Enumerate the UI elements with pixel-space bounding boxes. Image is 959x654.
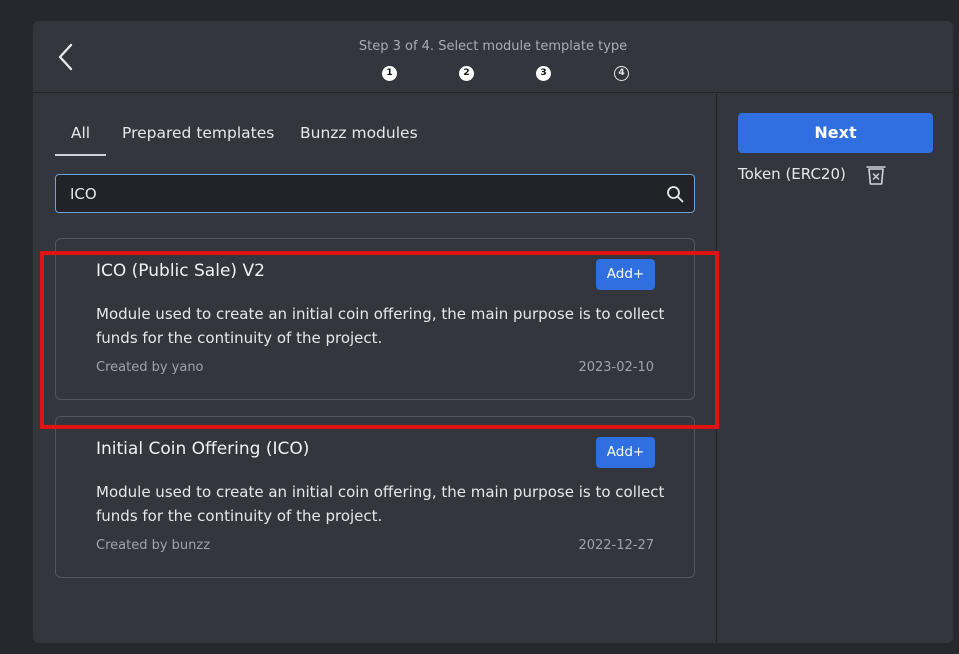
card-date: 2023-02-10 xyxy=(578,360,654,375)
tab-prepared-templates[interactable]: Prepared templates xyxy=(122,124,274,156)
card-date: 2022-12-27 xyxy=(578,538,654,553)
card-title: Initial Coin Offering (ICO) xyxy=(96,439,310,459)
search-box xyxy=(55,174,695,213)
card-author: Created by yano xyxy=(96,360,204,375)
step-1: 1 xyxy=(382,66,397,81)
selected-module: Token (ERC20) xyxy=(738,163,938,187)
step-3: 3 xyxy=(536,66,551,81)
add-button[interactable]: Add+ xyxy=(596,437,655,468)
selection-pane: Next Token (ERC20) xyxy=(718,94,953,643)
selected-module-label: Token (ERC20) xyxy=(738,165,846,183)
module-template-modal: Step 3 of 4. Select module template type… xyxy=(33,21,953,643)
step-2: 2 xyxy=(459,66,474,81)
tab-bunzz-modules[interactable]: Bunzz modules xyxy=(300,124,418,156)
template-card-ico-public-sale-v2[interactable]: ICO (Public Sale) V2 Add+ Module used to… xyxy=(55,238,695,400)
step-4: 4 xyxy=(614,66,629,81)
card-author: Created by bunzz xyxy=(96,538,211,553)
search-input[interactable] xyxy=(70,175,650,212)
card-description: Module used to create an initial coin of… xyxy=(96,305,665,347)
template-list-pane: All Prepared templates Bunzz modules ICO… xyxy=(33,94,719,643)
modal-header: Step 3 of 4. Select module template type… xyxy=(33,21,953,93)
next-button[interactable]: Next xyxy=(738,113,933,153)
step-indicator: 1 2 3 4 xyxy=(33,66,953,82)
card-title: ICO (Public Sale) V2 xyxy=(96,261,265,281)
trash-icon[interactable] xyxy=(864,163,888,187)
template-card-initial-coin-offering[interactable]: Initial Coin Offering (ICO) Add+ Module … xyxy=(55,416,695,578)
add-button[interactable]: Add+ xyxy=(596,259,655,290)
card-description: Module used to create an initial coin of… xyxy=(96,483,665,525)
step-title: Step 3 of 4. Select module template type xyxy=(358,39,628,54)
search-icon[interactable] xyxy=(666,185,684,203)
tab-all[interactable]: All xyxy=(55,124,106,156)
